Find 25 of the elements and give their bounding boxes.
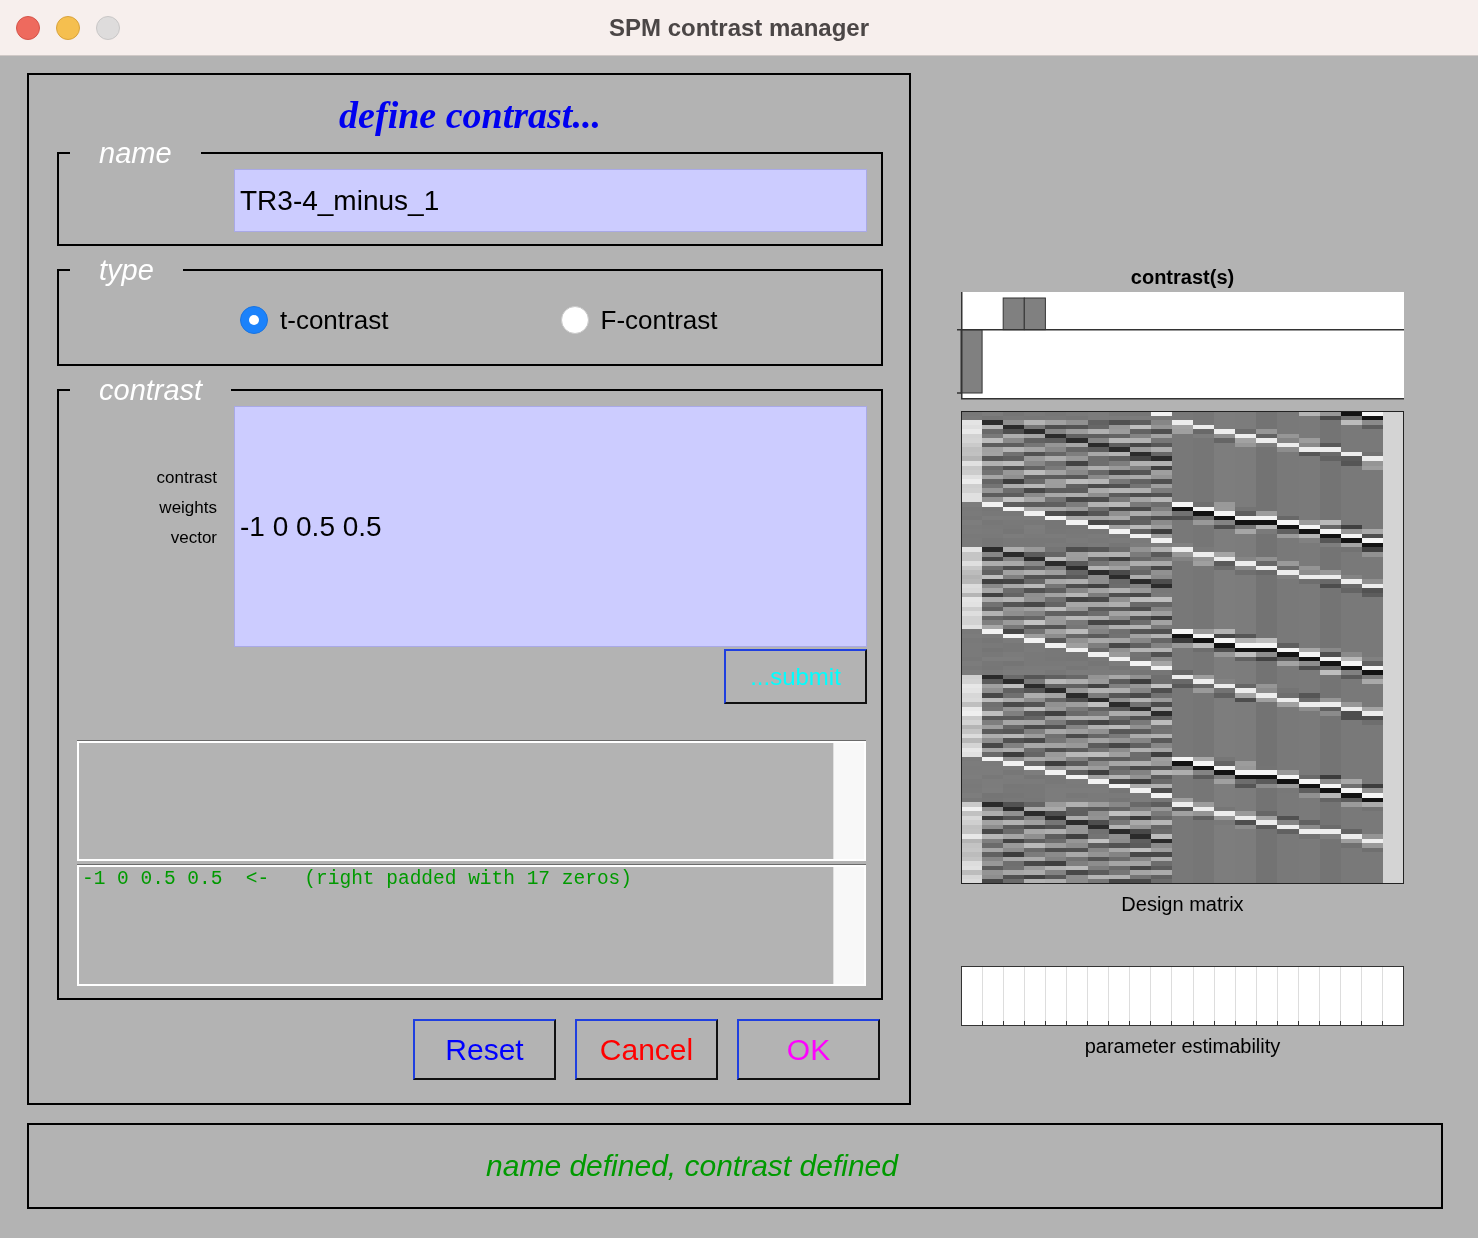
plot-caption: parameter estimability — [1083, 1034, 1282, 1058]
window-title: SPM contrast manager — [608, 12, 870, 43]
message-line: -1 0 0.5 0.5 <- (right padded with 17 zeros) — [81, 867, 633, 891]
plot-caption: Design matrix — [1120, 892, 1245, 916]
minimize-icon[interactable] — [56, 15, 80, 40]
listbox[interactable] — [77, 741, 866, 861]
reset-button[interactable]: Reset — [413, 1019, 556, 1080]
contrast-bar — [1023, 297, 1046, 331]
close-icon[interactable] — [16, 15, 40, 40]
contrast-weights-field[interactable]: -1 0 0.5 0.5 — [234, 406, 867, 647]
contrast-bar — [1002, 297, 1025, 331]
radio-button[interactable] — [240, 306, 268, 334]
plot-title: contrast(s) — [1129, 265, 1236, 290]
section-label: name — [98, 138, 173, 168]
dialog-heading: define contrast... — [338, 93, 602, 137]
scrollbar-track[interactable] — [833, 743, 864, 859]
radio-button[interactable] — [560, 306, 589, 334]
name-input[interactable]: TR3-4_minus_1 — [234, 169, 867, 232]
scrollbar-track[interactable] — [833, 867, 864, 984]
radio-label[interactable]: F-contrast — [600, 305, 718, 335]
status-message: name defined, contrast defined — [486, 1148, 898, 1184]
field-label: contrast weights vector — [155, 467, 217, 549]
section-label: type — [98, 255, 155, 285]
radio-label[interactable]: t-contrast — [280, 305, 389, 335]
section-label: contrast — [98, 375, 204, 405]
